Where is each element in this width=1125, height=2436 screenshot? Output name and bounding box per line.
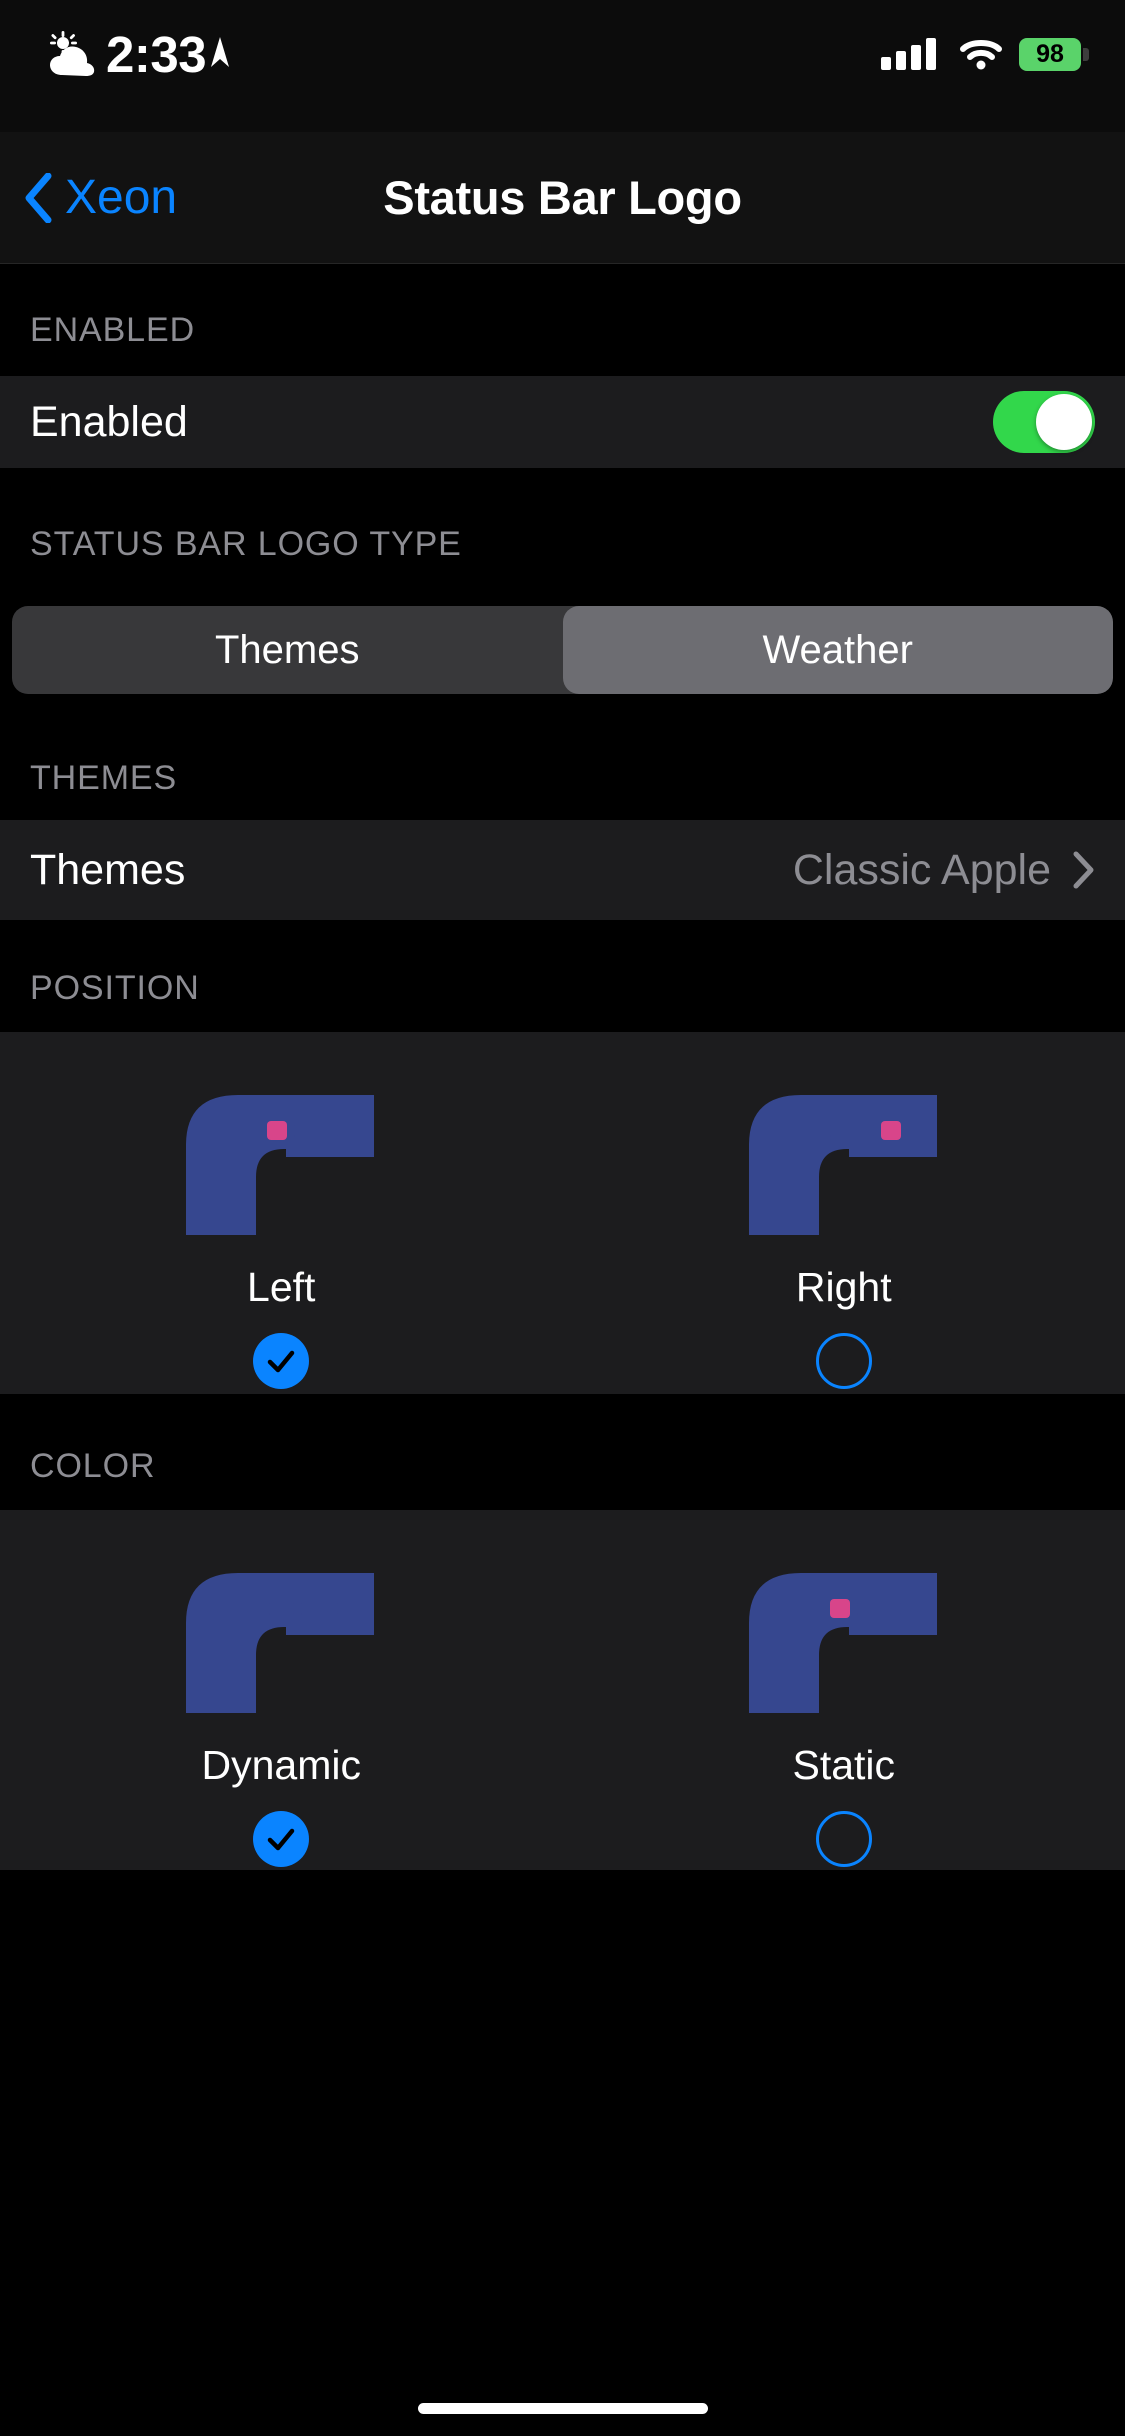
segment-themes[interactable]: Themes — [12, 606, 563, 694]
section-header-themes: THEMES — [0, 710, 1125, 820]
battery-icon: 98 — [1019, 37, 1089, 71]
settings-content: ENABLED Enabled STATUS BAR LOGO TYPE The… — [0, 264, 1125, 2436]
logo-type-segmented-wrapper: Themes Weather — [0, 590, 1125, 710]
status-bar: 2:33 98 — [0, 0, 1125, 132]
row-enabled[interactable]: Enabled — [0, 376, 1125, 468]
status-bar-right: 98 — [881, 30, 1089, 78]
position-right-label: Right — [795, 1264, 892, 1310]
segment-weather[interactable]: Weather — [562, 606, 1113, 694]
wifi-icon — [960, 40, 1002, 70]
navigation-bar: Xeon Status Bar Logo — [0, 132, 1125, 264]
status-bar-logo-dynamic-icon — [186, 1573, 375, 1713]
row-themes-label: Themes — [30, 845, 186, 894]
position-left-logo — [126, 1062, 436, 1252]
color-option-static[interactable]: Static — [563, 1540, 1125, 1870]
color-option-dynamic[interactable]: Dynamic — [0, 1540, 563, 1870]
position-right-logo — [689, 1062, 999, 1252]
section-header-position: POSITION — [0, 920, 1125, 1032]
position-option-left[interactable]: Left — [0, 1062, 563, 1394]
status-bar-logo-left-icon — [186, 1095, 375, 1235]
row-enabled-label: Enabled — [30, 397, 188, 446]
section-header-color: COLOR — [0, 1394, 1125, 1510]
logo-type-segmented-control[interactable]: Themes Weather — [12, 606, 1113, 694]
color-static-logo — [689, 1540, 999, 1730]
position-left-label: Left — [247, 1264, 316, 1310]
position-left-radio[interactable] — [253, 1333, 310, 1389]
row-themes[interactable]: Themes Classic Apple — [0, 820, 1125, 920]
status-bar-time: 2:33 — [106, 25, 207, 83]
position-options: Left Right — [0, 1032, 1125, 1394]
home-indicator[interactable] — [417, 2403, 708, 2414]
color-static-radio[interactable] — [815, 1811, 872, 1867]
color-dynamic-label: Dynamic — [201, 1742, 361, 1788]
position-right-radio[interactable] — [815, 1333, 872, 1389]
battery-percent-label: 98 — [1036, 39, 1064, 68]
enabled-toggle[interactable] — [993, 391, 1095, 453]
status-bar-left: 2:33 — [46, 24, 231, 84]
color-dynamic-logo — [126, 1540, 436, 1730]
position-option-right[interactable]: Right — [563, 1062, 1125, 1394]
location-arrow-icon — [211, 37, 230, 67]
page-title: Status Bar Logo — [383, 171, 742, 224]
status-bar-logo-right-icon — [748, 1095, 937, 1235]
color-dynamic-radio[interactable] — [253, 1811, 310, 1867]
check-icon — [268, 1350, 295, 1373]
status-bar-logo-static-icon — [748, 1573, 937, 1713]
enabled-toggle-knob — [1036, 394, 1092, 450]
section-header-logo-type: STATUS BAR LOGO TYPE — [0, 468, 1125, 590]
row-themes-value: Classic Apple — [792, 845, 1051, 894]
color-options: Dynamic Static — [0, 1510, 1125, 1870]
color-static-label: Static — [792, 1742, 896, 1788]
section-header-enabled: ENABLED — [0, 264, 1125, 376]
check-icon — [268, 1828, 295, 1851]
cellular-signal-icon — [881, 38, 941, 70]
chevron-right-icon — [1073, 851, 1094, 889]
sun-behind-cloud-icon — [50, 31, 95, 76]
